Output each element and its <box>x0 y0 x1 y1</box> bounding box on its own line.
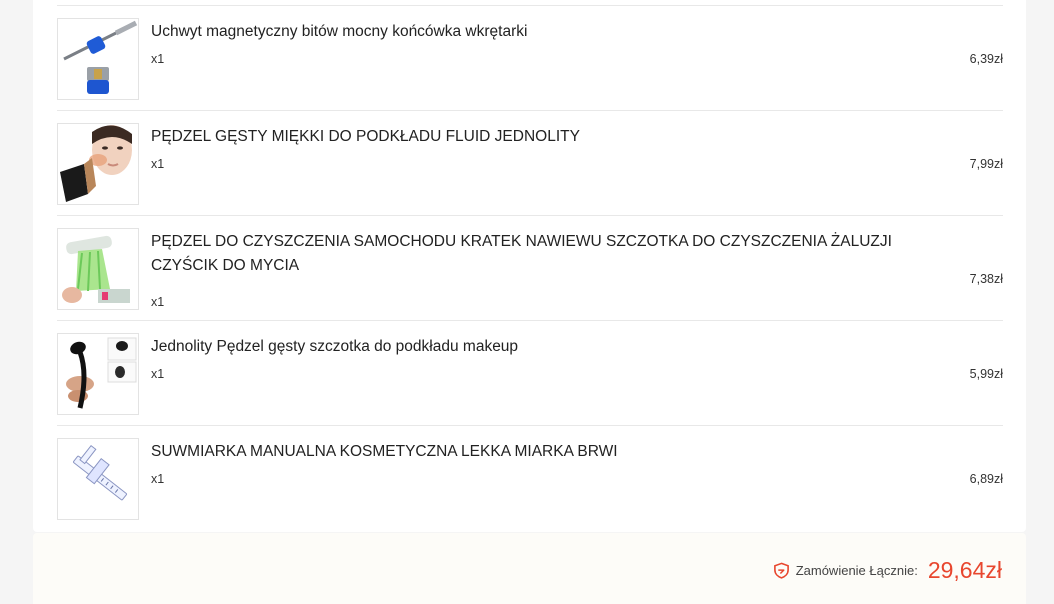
product-thumbnail[interactable] <box>57 438 139 520</box>
order-items-list: Uchwyt magnetyczny bitów mocny końcówka … <box>57 5 1003 531</box>
order-summary: Zamówienie Łącznie: 29,64zł <box>33 533 1026 604</box>
makeup-brush-face-icon <box>58 124 138 204</box>
order-item: PĘDZEL GĘSTY MIĘKKI DO PODKŁADU FLUID JE… <box>57 111 1003 216</box>
order-items-card: Uchwyt magnetyczny bitów mocny końcówka … <box>33 0 1026 532</box>
item-title[interactable]: PĘDZEL GĘSTY MIĘKKI DO PODKŁADU FLUID JE… <box>151 125 941 149</box>
order-total-value: 29,64zł <box>927 557 1002 583</box>
item-price: 7,38zł <box>969 272 1003 286</box>
shield-icon <box>773 562 789 579</box>
item-price: 7,99zł <box>969 157 1003 171</box>
order-item: Uchwyt magnetyczny bitów mocny końcówka … <box>57 6 1003 111</box>
product-thumbnail[interactable] <box>57 228 139 310</box>
item-title[interactable]: Jednolity Pędzel gęsty szczotka do podkł… <box>151 335 941 359</box>
order-item: Jednolity Pędzel gęsty szczotka do podkł… <box>57 321 1003 426</box>
item-price: 6,89zł <box>969 472 1003 486</box>
item-title[interactable]: Uchwyt magnetyczny bitów mocny końcówka … <box>151 20 941 44</box>
oval-brush-icon <box>58 334 138 414</box>
order-total-label: Zamówienie Łącznie: <box>795 563 918 578</box>
item-quantity: x1 <box>151 367 165 381</box>
caliper-icon <box>58 439 138 519</box>
order-total-row: Zamówienie Łącznie: 29,64zł <box>773 557 1002 584</box>
item-quantity: x1 <box>151 157 165 171</box>
order-item: SUWMIARKA MANUALNA KOSMETYCZNA LEKKA MIA… <box>57 426 1003 531</box>
item-title[interactable]: SUWMIARKA MANUALNA KOSMETYCZNA LEKKA MIA… <box>151 440 941 464</box>
item-price: 5,99zł <box>969 367 1003 381</box>
magnetic-bit-holder-icon <box>58 19 138 99</box>
item-quantity: x1 <box>151 472 165 486</box>
cleaning-brush-icon <box>58 229 138 309</box>
item-quantity: x1 <box>151 295 165 309</box>
item-price: 6,39zł <box>969 52 1003 66</box>
item-title[interactable]: PĘDZEL DO CZYSZCZENIA SAMOCHODU KRATEK N… <box>151 230 941 278</box>
product-thumbnail[interactable] <box>57 18 139 100</box>
product-thumbnail[interactable] <box>57 123 139 205</box>
product-thumbnail[interactable] <box>57 333 139 415</box>
item-quantity: x1 <box>151 52 165 66</box>
order-item: PĘDZEL DO CZYSZCZENIA SAMOCHODU KRATEK N… <box>57 216 1003 321</box>
